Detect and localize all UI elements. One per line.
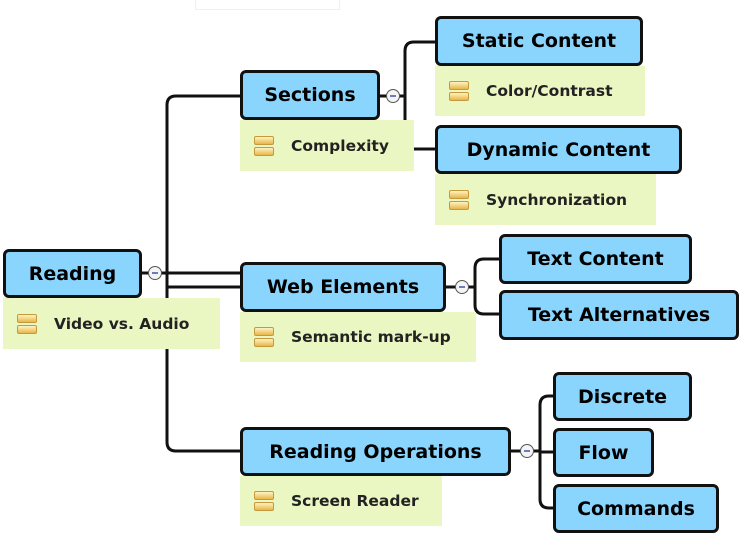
topic-label: Dynamic Content	[466, 138, 651, 161]
note-static-content[interactable]: Color/Contrast	[435, 66, 645, 116]
note-text: Color/Contrast	[486, 82, 613, 100]
note-dynamic-content[interactable]: Synchronization	[435, 174, 656, 225]
topic-label: Reading Operations	[269, 440, 482, 463]
topic-text-content[interactable]: Text Content	[499, 234, 692, 284]
connector	[446, 257, 499, 316]
topic-label: Text Alternatives	[527, 304, 711, 326]
collapse-minus-icon[interactable]	[520, 444, 534, 458]
note-icon	[449, 81, 469, 101]
collapse-minus-icon[interactable]	[386, 89, 400, 103]
note-reading[interactable]: Video vs. Audio	[3, 298, 220, 349]
topic-label: Flow	[578, 441, 629, 464]
topic-label: Text Content	[527, 248, 664, 270]
note-sections[interactable]: Complexity	[240, 120, 414, 171]
topic-reading[interactable]: Reading	[3, 249, 142, 298]
topic-label: Web Elements	[266, 276, 420, 298]
note-icon	[254, 135, 274, 156]
topic-reading-operations[interactable]: Reading Operations	[240, 427, 511, 476]
topic-web-elements[interactable]: Web Elements	[240, 262, 446, 312]
topic-label: Commands	[577, 497, 695, 520]
topic-label: Reading	[28, 262, 117, 285]
topic-sections[interactable]: Sections	[240, 70, 380, 120]
topic-static-content[interactable]: Static Content	[435, 16, 643, 66]
topic-label: Static Content	[461, 30, 617, 52]
topic-discrete[interactable]: Discrete	[553, 372, 692, 421]
topic-flow[interactable]: Flow	[553, 428, 654, 477]
note-text: Synchronization	[486, 190, 628, 209]
topic-dynamic-content[interactable]: Dynamic Content	[435, 125, 682, 174]
topic-text-alternatives[interactable]: Text Alternatives	[499, 290, 739, 340]
note-reading-operations[interactable]: Screen Reader	[240, 476, 442, 526]
note-icon	[254, 327, 274, 347]
note-icon	[17, 313, 37, 334]
note-text: Complexity	[291, 136, 389, 155]
note-icon	[254, 491, 274, 511]
topic-label: Discrete	[577, 385, 668, 408]
note-text: Screen Reader	[291, 492, 419, 510]
topic-label: Sections	[264, 84, 356, 106]
topic-commands[interactable]: Commands	[553, 484, 719, 533]
collapse-minus-icon[interactable]	[148, 266, 162, 280]
note-text: Semantic mark-up	[291, 328, 451, 346]
collapse-minus-icon[interactable]	[455, 280, 469, 294]
note-icon	[449, 189, 469, 210]
note-text: Video vs. Audio	[54, 314, 190, 333]
note-web-elements[interactable]: Semantic mark-up	[240, 312, 476, 362]
